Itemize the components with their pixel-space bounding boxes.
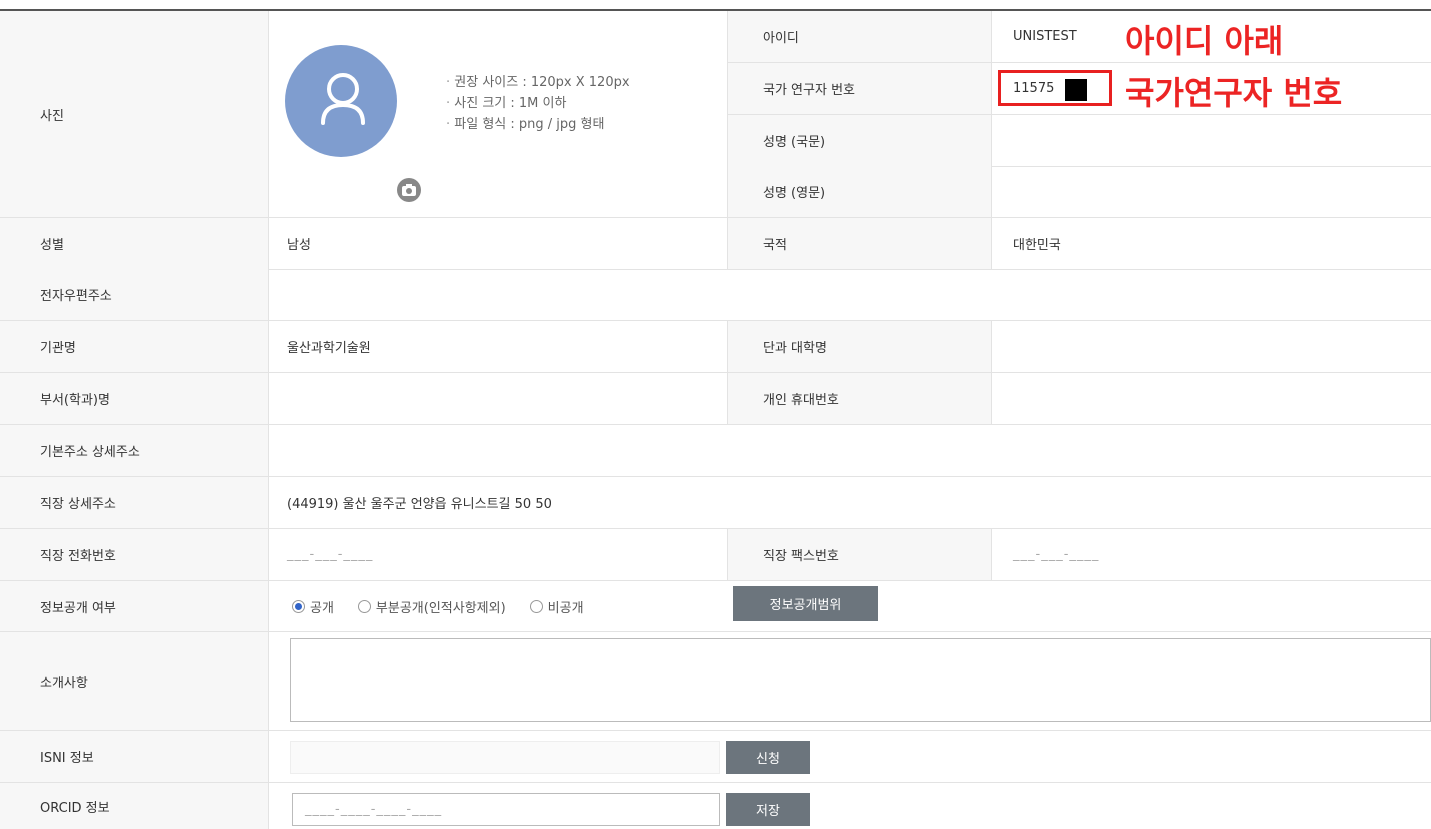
photo-note: 파일 형식 : png / jpg 형태 — [446, 114, 630, 135]
photo-note: 권장 사이즈 : 120px X 120px — [446, 72, 629, 93]
redaction-block — [1065, 79, 1087, 101]
gender-label: 성별 — [0, 218, 269, 269]
address-label: 기본주소 상세주소 — [0, 425, 269, 476]
annotation-line-1: 아이디 아래 — [1125, 22, 1284, 60]
department-label: 부서(학과)명 — [0, 373, 269, 424]
apply-button[interactable]: 신청 — [726, 741, 810, 774]
save-button[interactable]: 저장 — [726, 793, 810, 826]
id-label: 아이디 — [727, 11, 992, 62]
work-phone-row: 직장 전화번호 ___-___-____ 직장 팩스번호 ___-___-___… — [0, 529, 1431, 581]
disclosure-label: 정보공개 여부 — [0, 581, 269, 631]
radio-private[interactable]: 비공개 — [529, 597, 584, 616]
institution-row: 기관명 울산과학기술원 단과 대학명 — [0, 321, 1431, 373]
intro-textarea[interactable] — [290, 638, 1431, 722]
name-kr-row: 성명 (국문) — [727, 115, 1431, 167]
researcher-no-label: 국가 연구자 번호 — [727, 63, 992, 114]
isni-row: ISNI 정보 신청 — [0, 731, 1431, 783]
photo-notes: 권장 사이즈 : 120px X 120px 사진 크기 : 1M 이하 파일 … — [446, 72, 630, 135]
radio-button[interactable] — [292, 599, 305, 613]
work-fax-label: 직장 팩스번호 — [727, 529, 992, 580]
work-phone-label: 직장 전화번호 — [0, 529, 269, 580]
id-row: 아이디 UNISTEST — [727, 11, 1431, 63]
annotation-line-2: 국가연구자 번호 — [1125, 74, 1343, 112]
isni-input[interactable] — [290, 741, 720, 774]
photo-cell: 권장 사이즈 : 120px X 120px 사진 크기 : 1M 이하 파일 … — [269, 11, 727, 217]
email-label: 전자우편주소 — [0, 269, 269, 320]
gender-value: 남성 — [287, 238, 311, 253]
orcid-input[interactable]: ____-____-____-____ — [292, 793, 720, 826]
disclosure-scope-button[interactable]: 정보공개범위 — [733, 586, 878, 621]
gender-row: 성별 남성 국적 대한민국 — [0, 217, 1431, 270]
department-row: 부서(학과)명 개인 휴대번호 — [0, 373, 1431, 425]
address-row: 기본주소 상세주소 — [0, 425, 1431, 477]
avatar[interactable] — [285, 45, 424, 205]
camera-button[interactable] — [394, 175, 424, 205]
user-icon — [321, 73, 365, 125]
institution-value: 울산과학기술원 — [287, 341, 371, 356]
disclosure-options: 공개 부분공개(인적사항제외) 비공개 — [292, 581, 608, 631]
intro-label: 소개사항 — [0, 632, 269, 730]
camera-icon — [402, 184, 416, 196]
name-en-row: 성명 (영문) — [727, 166, 1431, 217]
photo-note: 사진 크기 : 1M 이하 — [446, 93, 630, 114]
orcid-row: ORCID 정보 ____-____-____-____ 저장 — [0, 783, 1431, 829]
name-kr-label: 성명 (국문) — [727, 115, 992, 166]
annotation-highlight-box — [998, 70, 1112, 106]
college-label: 단과 대학명 — [727, 321, 992, 372]
radio-button[interactable] — [357, 599, 371, 613]
disclosure-row: 정보공개 여부 공개 부분공개(인적사항제외) 비공개 정보공개범위 — [0, 581, 1431, 632]
radio-button[interactable] — [529, 599, 543, 613]
id-value: UNISTEST — [1013, 29, 1077, 44]
work-address-label: 직장 상세주소 — [0, 477, 269, 528]
radio-partial[interactable]: 부분공개(인적사항제외) — [357, 597, 506, 616]
institution-label: 기관명 — [0, 321, 269, 372]
orcid-label: ORCID 정보 — [0, 783, 269, 829]
work-address-row: 직장 상세주소 (44919) 울산 울주군 언양읍 유니스트길 50 50 — [0, 477, 1431, 529]
photo-label: 사진 — [0, 11, 269, 217]
nationality-value: 대한민국 — [1013, 238, 1061, 253]
nationality-label: 국적 — [727, 218, 992, 269]
isni-label: ISNI 정보 — [0, 731, 269, 782]
email-row: 전자우편주소 — [0, 269, 1431, 321]
name-en-label: 성명 (영문) — [727, 166, 992, 217]
mobile-label: 개인 휴대번호 — [727, 373, 992, 424]
work-fax-value: ___-___-____ — [1013, 547, 1100, 562]
work-address-value: (44919) 울산 울주군 언양읍 유니스트길 50 50 — [287, 497, 552, 512]
work-phone-value: ___-___-____ — [287, 547, 374, 562]
radio-public[interactable]: 공개 — [292, 597, 334, 616]
